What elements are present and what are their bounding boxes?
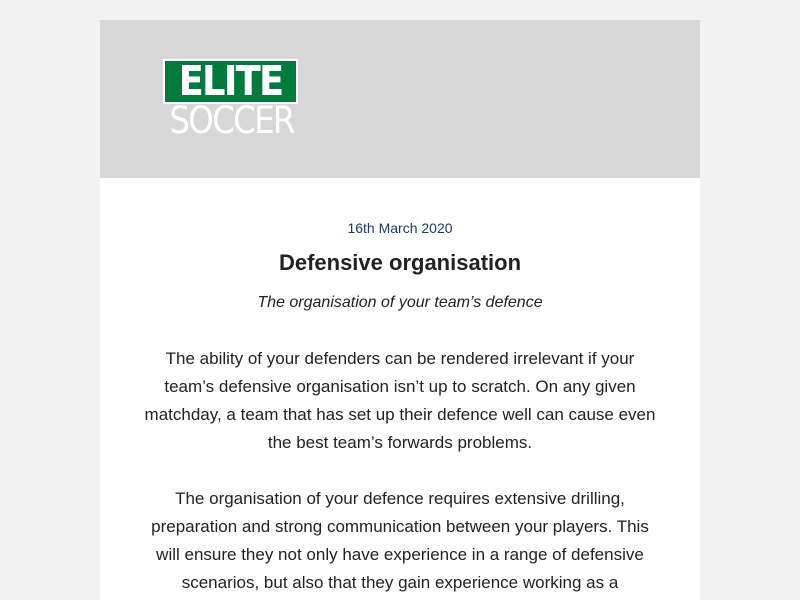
article-subtitle: The organisation of your team’s defence [257,294,543,311]
article-date: 16th March 2020 [347,220,453,236]
email-header: ELITE SOCCER [100,20,700,178]
email-container: ELITE SOCCER 16th March 2020 Defensive o… [100,20,700,600]
article-paragraph: The ability of your defenders can be ren… [144,349,656,452]
article-paragraph: The organisation of your defence require… [151,489,649,592]
logo-green-box: ELITE [165,57,296,105]
elite-soccer-logo[interactable]: ELITE SOCCER [163,59,298,142]
logo-word-soccer: SOCCER [169,99,295,142]
logo-top-block: ELITE [163,59,298,104]
logo-word-elite: ELITE [178,57,285,105]
article-title: Defensive organisation [278,250,522,275]
